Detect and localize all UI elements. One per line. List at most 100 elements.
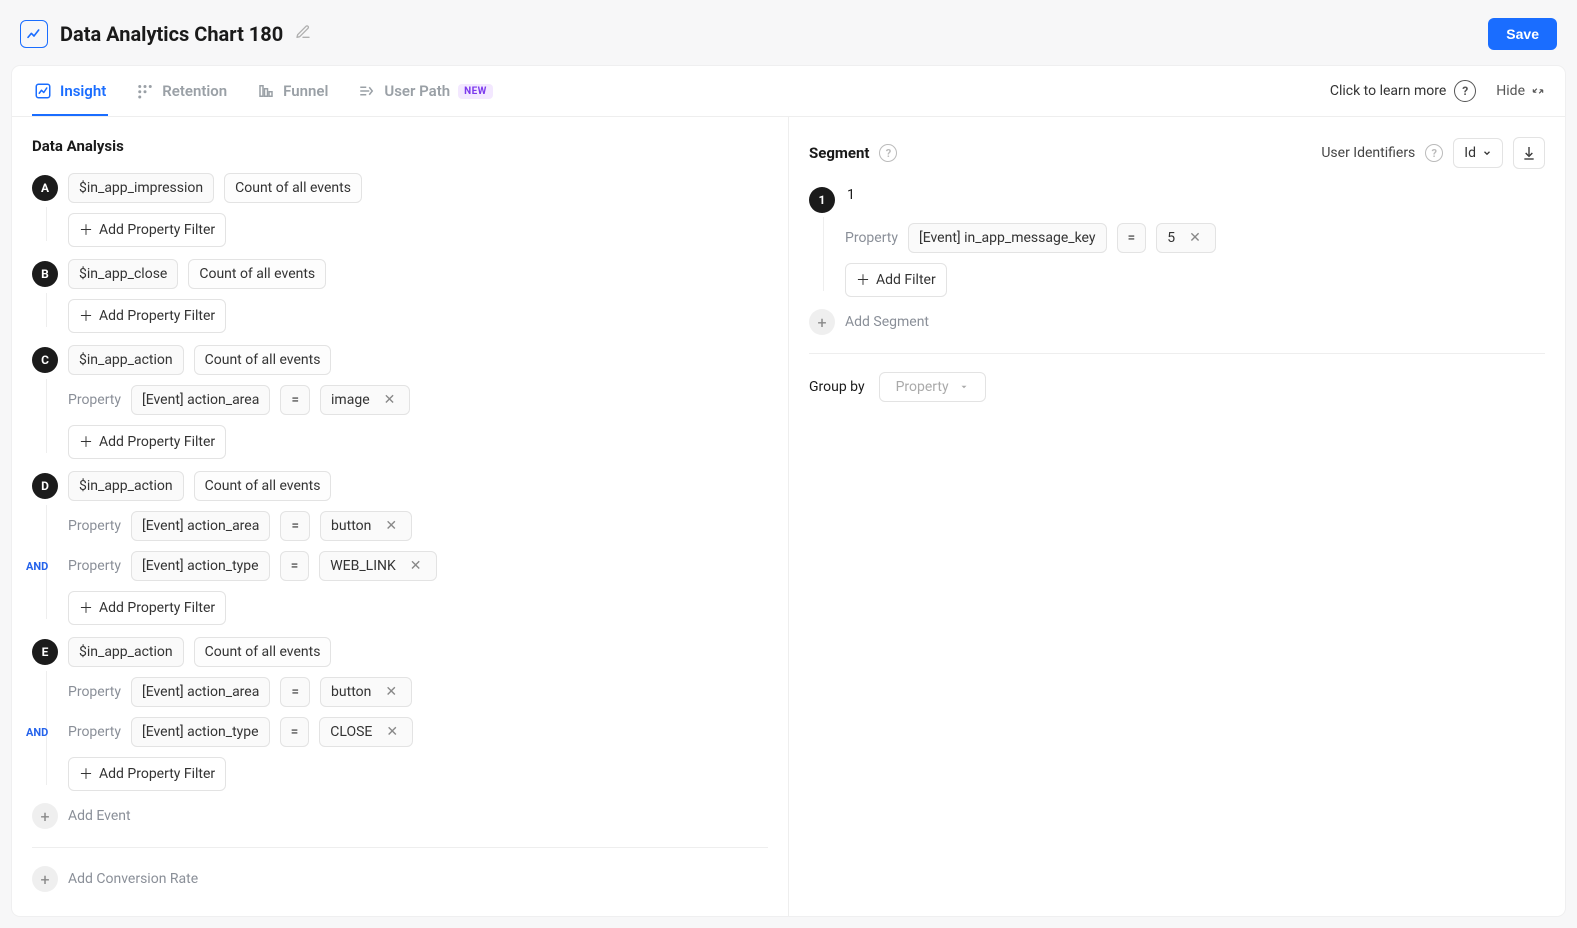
add-property-filter-button[interactable]: ＋Add Property Filter	[68, 591, 226, 625]
add-property-filter-label: Add Property Filter	[99, 766, 215, 782]
add-filter-label: Add Filter	[876, 272, 936, 288]
remove-filter-icon[interactable]: ✕	[381, 684, 401, 700]
remove-filter-icon[interactable]: ✕	[406, 558, 426, 574]
group-by-property-select[interactable]: Property	[879, 372, 986, 402]
plus-icon: +	[809, 309, 835, 335]
event-row: D$in_app_actionCount of all eventsProper…	[32, 471, 768, 625]
group-by-placeholder: Property	[896, 379, 949, 395]
segment-filter-operator[interactable]: =	[1117, 223, 1147, 253]
property-label: Property	[68, 558, 121, 574]
data-analysis-heading: Data Analysis	[32, 137, 768, 155]
filter-property[interactable]: [Event] action_area	[131, 511, 270, 541]
filter-operator[interactable]: =	[280, 385, 310, 415]
segment-help-icon[interactable]: ?	[879, 144, 897, 162]
add-property-filter-button[interactable]: ＋ Add Property Filter	[68, 425, 226, 459]
filter-value-text: button	[331, 684, 371, 700]
plus-icon: +	[32, 866, 58, 892]
download-button[interactable]	[1513, 137, 1545, 169]
filter-property[interactable]: [Event] action_type	[131, 717, 270, 747]
event-row: B$in_app_closeCount of all events＋Add Pr…	[32, 259, 768, 333]
filter-operator[interactable]: =	[280, 551, 310, 581]
add-conversion-rate-button[interactable]: + Add Conversion Rate	[32, 866, 768, 892]
hide-button[interactable]: Hide	[1496, 83, 1545, 99]
filter-line: Property[Event] action_area=image✕	[68, 385, 768, 415]
remove-filter-icon[interactable]: ✕	[380, 392, 400, 408]
add-property-filter-button[interactable]: ＋Add Property Filter	[68, 299, 226, 333]
remove-filter-icon[interactable]: ✕	[381, 518, 401, 534]
edit-title-icon[interactable]	[295, 24, 311, 44]
filter-line: Property [Event] action_area = button✕	[68, 511, 768, 541]
filter-value[interactable]: button✕	[320, 511, 412, 541]
add-segment-button[interactable]: + Add Segment	[809, 309, 1545, 335]
filter-value[interactable]: button ✕	[320, 677, 412, 707]
filter-operator[interactable]: =	[280, 717, 310, 747]
event-name-chip[interactable]: $in_app_action	[68, 637, 184, 667]
segment-filter-property[interactable]: [Event] in_app_message_key	[908, 223, 1107, 253]
add-event-button[interactable]: + Add Event	[32, 803, 768, 829]
event-row: C$in_app_actionCount of all eventsProper…	[32, 345, 768, 459]
remove-filter-icon[interactable]: ✕	[1185, 230, 1205, 246]
learn-more-label: Click to learn more	[1330, 83, 1446, 99]
tab-userpath[interactable]: User Path NEW	[356, 66, 494, 116]
event-row: A$in_app_impressionCount of all events＋A…	[32, 173, 768, 247]
funnel-icon	[257, 82, 275, 100]
save-button[interactable]: Save	[1488, 18, 1557, 50]
filter-value[interactable]: CLOSE✕	[319, 717, 413, 747]
event-metric-chip[interactable]: Count of all events	[224, 173, 362, 203]
divider	[809, 353, 1545, 354]
event-name-chip[interactable]: $in_app_action	[68, 471, 184, 501]
data-analysis-pane: Data Analysis A$in_app_impressionCount o…	[12, 117, 789, 916]
event-filters: ＋Add Property Filter	[68, 213, 768, 247]
event-name-chip[interactable]: $in_app_impression	[68, 173, 214, 203]
property-label: Property	[68, 518, 121, 534]
user-identifiers-help-icon[interactable]: ?	[1425, 144, 1443, 162]
event-metric-chip[interactable]: Count of all events	[188, 259, 326, 289]
new-badge: NEW	[458, 84, 493, 99]
event-metric-chip[interactable]: Count of all events	[194, 345, 332, 375]
add-property-filter-label: Add Property Filter	[99, 434, 215, 450]
filter-value[interactable]: WEB_LINK✕	[319, 551, 436, 581]
plus-icon: ＋	[79, 764, 93, 784]
and-connector: AND	[26, 726, 48, 739]
filter-value-text: image	[331, 392, 370, 408]
plus-icon: ＋	[79, 432, 93, 452]
event-badge: C	[32, 347, 58, 373]
plus-icon: ＋	[79, 598, 93, 618]
event-metric-chip[interactable]: Count of all events	[194, 471, 332, 501]
event-name-chip[interactable]: $in_app_close	[68, 259, 178, 289]
segment-filter-value[interactable]: 5 ✕	[1156, 223, 1216, 253]
insight-icon	[34, 82, 52, 100]
event-name-chip[interactable]: $in_app_action	[68, 345, 184, 375]
caret-down-icon	[959, 382, 969, 392]
main-card: Insight Retention Funnel User Path NEW	[12, 66, 1565, 916]
download-icon	[1521, 145, 1537, 161]
tab-funnel[interactable]: Funnel	[255, 66, 330, 116]
userpath-icon	[358, 82, 376, 100]
id-selector[interactable]: Id	[1453, 138, 1503, 168]
add-property-filter-button[interactable]: ＋ Add Property Filter	[68, 757, 226, 791]
hide-label: Hide	[1496, 83, 1525, 99]
filter-operator[interactable]: =	[280, 511, 310, 541]
retention-icon	[136, 82, 154, 100]
add-property-filter-button[interactable]: ＋Add Property Filter	[68, 213, 226, 247]
property-label: Property	[68, 724, 121, 740]
property-label: Property	[68, 684, 121, 700]
tab-insight[interactable]: Insight	[32, 66, 108, 116]
tab-retention[interactable]: Retention	[134, 66, 229, 116]
group-by-label: Group by	[809, 379, 865, 395]
filter-value[interactable]: image ✕	[320, 385, 410, 415]
id-selector-label: Id	[1464, 145, 1476, 161]
event-filters: ＋Add Property Filter	[68, 299, 768, 333]
filter-property[interactable]: [Event] action_type	[131, 551, 270, 581]
add-filter-button[interactable]: ＋ Add Filter	[845, 263, 947, 297]
tab-retention-label: Retention	[162, 82, 227, 100]
tab-userpath-label: User Path	[384, 82, 450, 100]
filter-property[interactable]: [Event] action_area	[131, 677, 270, 707]
filter-operator[interactable]: =	[280, 677, 310, 707]
page-title: Data Analytics Chart 180	[60, 22, 283, 46]
event-metric-chip[interactable]: Count of all events	[194, 637, 332, 667]
remove-filter-icon[interactable]: ✕	[382, 724, 402, 740]
filter-property[interactable]: [Event] action_area	[131, 385, 270, 415]
segment-badge-1: 1	[809, 187, 835, 213]
learn-more-link[interactable]: Click to learn more ?	[1330, 80, 1476, 102]
